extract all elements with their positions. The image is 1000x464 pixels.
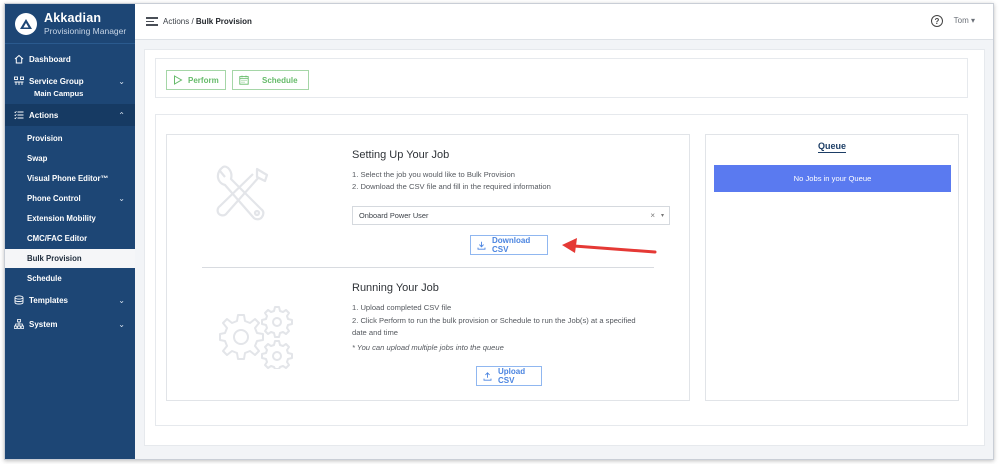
sidebar-item-dashboard[interactable]: Dashboard	[5, 50, 135, 68]
sidebar-item-system[interactable]: System ⌄	[5, 316, 135, 332]
running-step-1: 1. Upload completed CSV file	[352, 303, 452, 312]
tools-icon	[216, 165, 269, 221]
caret-down-icon[interactable]: ▾	[661, 212, 664, 219]
sidebar-item-bulk-provision[interactable]: Bulk Provision	[5, 249, 135, 268]
breadcrumb: Actions / Bulk Provision	[163, 17, 252, 26]
help-icon[interactable]: ?	[931, 15, 943, 27]
user-menu[interactable]: Tom ▾	[954, 16, 975, 25]
play-icon	[173, 75, 183, 85]
home-icon	[14, 54, 24, 64]
sidebar-item-phone-control[interactable]: Phone Control ⌄	[5, 189, 135, 207]
menu-icon[interactable]	[146, 15, 158, 28]
schedule-button[interactable]: Schedule	[232, 70, 309, 90]
sidebar-item-templates[interactable]: Templates ⌄	[5, 292, 135, 308]
sidebar-item-cmc-fac-editor[interactable]: CMC/FAC Editor	[5, 229, 135, 247]
chevron-down-icon: ⌄	[118, 76, 125, 86]
job-select-value: Onboard Power User	[359, 211, 429, 220]
running-title: Running Your Job	[352, 282, 439, 294]
action-toolbar: Perform Schedule	[155, 58, 968, 98]
job-select[interactable]: Onboard Power User × ▾	[352, 206, 670, 225]
queue-empty-message: No Jobs in your Queue	[714, 165, 951, 192]
list-icon	[14, 110, 24, 120]
sidebar-item-label: Phone Control	[27, 193, 81, 203]
upload-csv-label: Upload CSV	[498, 367, 526, 385]
upload-icon	[483, 371, 492, 381]
network-icon	[14, 76, 24, 86]
job-panel: Setting Up Your Job 1. Select the job yo…	[166, 134, 690, 401]
breadcrumb-current: Bulk Provision	[195, 17, 252, 26]
brand[interactable]: Akkadian Provisioning Manager	[5, 4, 135, 44]
perform-button[interactable]: Perform	[166, 70, 226, 90]
chevron-down-icon: ⌄	[118, 295, 125, 305]
clear-icon[interactable]: ×	[650, 211, 655, 220]
upload-csv-button[interactable]: Upload CSV	[476, 366, 542, 386]
sidebar-item-extension-mobility[interactable]: Extension Mobility	[5, 209, 135, 227]
queue-title: Queue	[818, 141, 847, 153]
sidebar-item-label: Dashboard	[29, 54, 71, 64]
sidebar-item-visual-phone-editor[interactable]: Visual Phone Editor™	[5, 169, 135, 187]
brand-subtitle: Provisioning Manager	[44, 26, 127, 36]
perform-label: Perform	[188, 75, 219, 85]
sidebar-item-provision[interactable]: Provision	[5, 129, 135, 147]
sidebar-item-swap[interactable]: Swap	[5, 149, 135, 167]
setup-step-1: 1. Select the job you would like to Bulk…	[352, 170, 515, 179]
sidebar: Akkadian Provisioning Manager Dashboard …	[5, 4, 135, 459]
breadcrumb-separator: /	[189, 17, 196, 26]
running-step-2-line-1: 2. Click Perform to run the bulk provisi…	[352, 316, 636, 325]
akkadian-logo-icon	[15, 12, 37, 35]
chevron-up-icon: ⌃	[118, 110, 125, 120]
setup-step-2: 2. Download the CSV file and fill in the…	[352, 182, 551, 191]
sidebar-item-service-group[interactable]: Service Group ⌄	[5, 74, 135, 88]
sidebar-item-actions[interactable]: Actions ⌃	[5, 104, 135, 126]
layers-icon	[14, 295, 24, 305]
download-icon	[477, 241, 486, 250]
service-group-value: Main Campus	[34, 88, 84, 98]
running-note: * You can upload multiple jobs into the …	[352, 343, 504, 352]
calendar-icon	[239, 75, 249, 85]
brand-name: Akkadian	[44, 11, 102, 25]
pointer-arrow-icon	[562, 238, 657, 254]
download-csv-button[interactable]: Download CSV	[470, 235, 548, 255]
setup-title: Setting Up Your Job	[352, 149, 450, 161]
gears-icon	[219, 306, 293, 369]
sidebar-item-label: Service Group	[29, 76, 84, 86]
sidebar-item-label: Templates	[29, 295, 68, 305]
chevron-down-icon: ⌄	[118, 193, 125, 203]
sidebar-item-schedule[interactable]: Schedule	[5, 269, 135, 287]
chevron-down-icon: ⌄	[118, 319, 125, 329]
sidebar-item-label: System	[29, 319, 58, 329]
section-divider	[202, 267, 654, 268]
sitemap-icon	[14, 319, 24, 329]
download-csv-label: Download CSV	[492, 236, 531, 254]
sidebar-item-label: Actions	[29, 110, 59, 120]
work-area: Setting Up Your Job 1. Select the job yo…	[155, 114, 968, 426]
queue-panel: Queue No Jobs in your Queue	[705, 134, 959, 401]
running-step-2-line-2: date and time	[352, 328, 399, 337]
app-window: Akkadian Provisioning Manager Dashboard …	[4, 3, 994, 460]
breadcrumb-parent[interactable]: Actions	[163, 17, 189, 26]
main-content: Perform Schedule Setting Up Your Job 1. …	[144, 49, 985, 446]
top-header: Actions / Bulk Provision ? Tom ▾	[135, 4, 993, 40]
schedule-label: Schedule	[262, 75, 298, 85]
